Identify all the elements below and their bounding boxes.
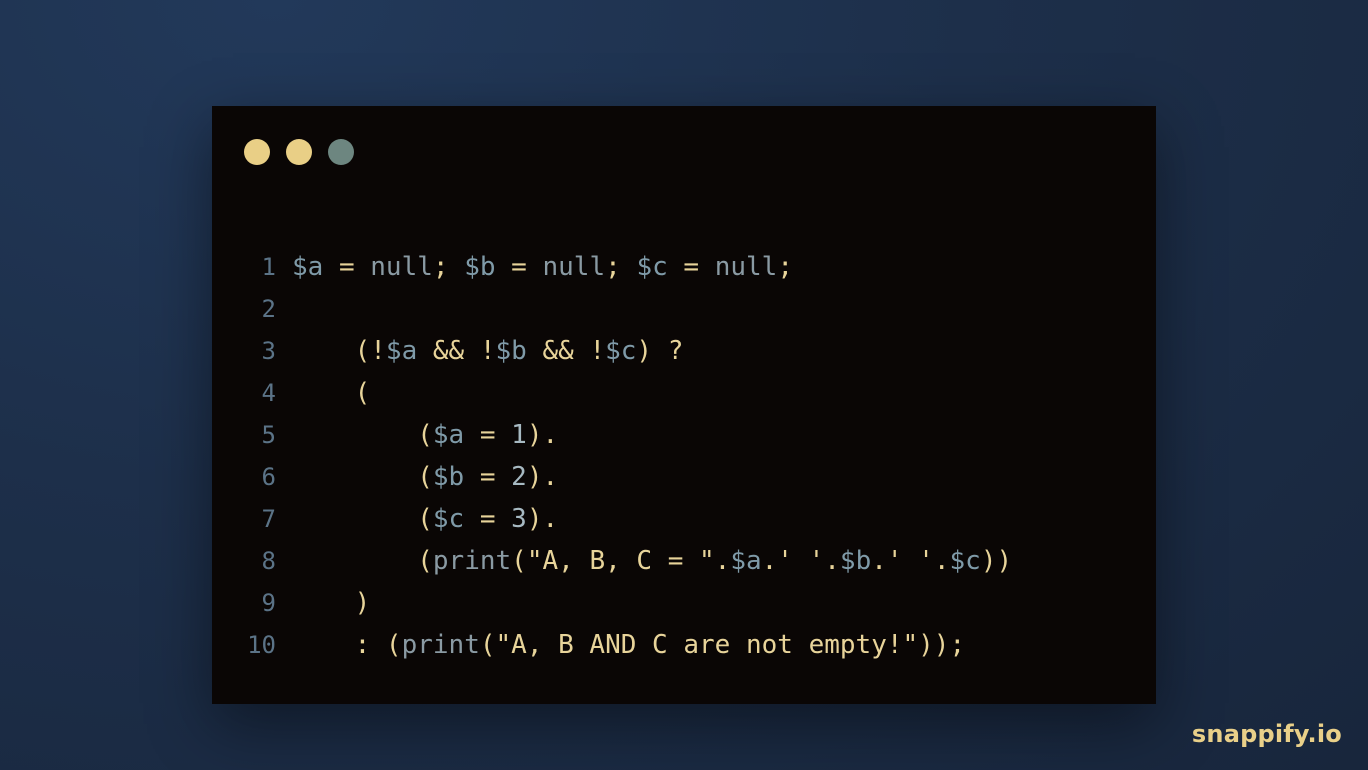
line-number: 6 (261, 463, 276, 491)
code-window: 1 $a = null; $b = null; $c = null; 2 3 (!$a… (212, 106, 1156, 704)
code-line: 1 $a = null; $b = null; $c = null; (212, 246, 1156, 288)
code-token: ( (292, 378, 371, 408)
code-token: (! (292, 336, 386, 366)
code-token: .' '. (761, 546, 840, 576)
code-token: = (464, 420, 512, 450)
code-token: ). (526, 462, 559, 492)
code-token: print (401, 630, 480, 660)
code-token: )) (980, 546, 1013, 576)
code-token: .' '. (871, 546, 950, 576)
line-number: 3 (261, 337, 276, 365)
code-token: $a (432, 420, 465, 450)
code-token: ) (292, 588, 371, 618)
code-token: $c (636, 252, 668, 282)
code-line: 5 ($a = 1). (212, 414, 1156, 456)
window-dot-3[interactable] (328, 139, 354, 165)
line-number: 9 (261, 589, 276, 617)
code-token: ). (526, 504, 559, 534)
line-number: 4 (261, 379, 276, 407)
code-token: 2 (511, 462, 527, 492)
code-token: ; (605, 252, 637, 282)
code-token: ( (292, 420, 433, 450)
line-content: ( (292, 372, 371, 414)
code-token: $c (605, 336, 637, 366)
window-dot-1[interactable] (244, 139, 270, 165)
code-token: 1 (511, 420, 527, 450)
code-token: $a (385, 336, 418, 366)
code-line: 4 ( (212, 372, 1156, 414)
code-token: $b (839, 546, 872, 576)
code-token: $b (432, 462, 465, 492)
code-token: $a (730, 546, 762, 576)
code-token: $c (432, 504, 465, 534)
code-token: null (542, 252, 606, 282)
code-token: ( (292, 462, 433, 492)
line-content: ($a = 1). (292, 414, 558, 456)
code-token: print (432, 546, 512, 576)
line-content: ($b = 2). (292, 456, 558, 498)
code-line: 3 (!$a && !$b && !$c) ? (212, 330, 1156, 372)
code-token: $a (292, 252, 324, 282)
line-content: (print("A, B, C = ".$a.' '.$b.' '.$c)) (292, 540, 1012, 582)
code-token: ( (292, 504, 433, 534)
window-dot-2[interactable] (286, 139, 312, 165)
line-number: 2 (261, 295, 276, 323)
code-token: null (370, 252, 433, 282)
code-token: && ! (417, 336, 496, 366)
code-token: ; (777, 252, 793, 282)
line-number: 5 (261, 421, 276, 449)
code-token: && ! (526, 336, 606, 366)
code-token: ; (432, 252, 465, 282)
code-token: 3 (511, 504, 527, 534)
line-content: $a = null; $b = null; $c = null; (292, 246, 793, 288)
code-token: = (667, 252, 715, 282)
code-token: ("A, B AND C are not empty!")); (479, 630, 966, 660)
line-content: ($c = 3). (292, 498, 558, 540)
code-token: $b (464, 252, 496, 282)
window-controls (244, 139, 354, 165)
code-block: 1 $a = null; $b = null; $c = null; 2 3 (!$a… (212, 246, 1156, 666)
code-token: ) ? (636, 336, 684, 366)
code-line: 9 ) (212, 582, 1156, 624)
line-content: ) (292, 582, 371, 624)
line-number: 7 (261, 505, 276, 533)
code-token: $c (949, 546, 981, 576)
code-token: = (464, 462, 512, 492)
code-line: 7 ($c = 3). (212, 498, 1156, 540)
code-line: 10 : (print("A, B AND C are not empty!")… (212, 624, 1156, 666)
brand-watermark: snappify.io (1191, 720, 1342, 748)
code-token: ("A, B, C = ". (511, 546, 731, 576)
code-line: 2 (212, 288, 1156, 330)
code-line: 8 (print("A, B, C = ".$a.' '.$b.' '.$c)) (212, 540, 1156, 582)
code-line: 6 ($b = 2). (212, 456, 1156, 498)
code-token: ( (292, 546, 433, 576)
code-token: null (714, 252, 778, 282)
code-token: = (323, 252, 371, 282)
line-number: 8 (261, 547, 276, 575)
code-token: $b (495, 336, 527, 366)
line-content: (!$a && !$b && !$c) ? (292, 330, 684, 372)
code-token: = (495, 252, 543, 282)
code-token: = (464, 504, 512, 534)
code-token: : ( (292, 630, 402, 660)
code-token: ). (526, 420, 559, 450)
line-number: 10 (247, 631, 276, 659)
line-number: 1 (261, 253, 276, 281)
line-content: : (print("A, B AND C are not empty!")); (292, 624, 966, 666)
